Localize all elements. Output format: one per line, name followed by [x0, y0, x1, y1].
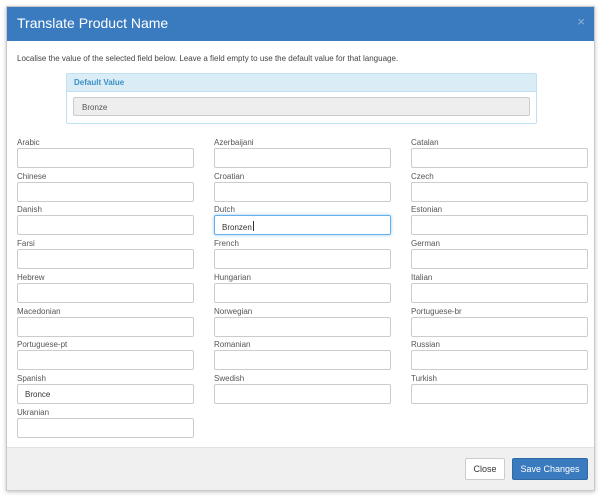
- french-input[interactable]: [214, 249, 391, 269]
- modal-header: Translate Product Name ×: [7, 7, 594, 41]
- default-value-panel: Default Value Bronze: [66, 73, 537, 124]
- close-button[interactable]: Close: [465, 458, 505, 480]
- croatian-input[interactable]: [214, 182, 391, 202]
- swedish-label: Swedish: [214, 374, 245, 383]
- norwegian-label: Norwegian: [214, 307, 253, 316]
- azerbaijani-label: Azerbaijani: [214, 138, 254, 147]
- italian-label: Italian: [411, 273, 433, 282]
- estonian-label: Estonian: [411, 205, 443, 214]
- portuguese-pt-label: Portuguese-pt: [17, 340, 68, 349]
- ukranian-input[interactable]: [17, 418, 194, 438]
- portuguese-pt-input[interactable]: [17, 350, 194, 370]
- catalan-input[interactable]: [411, 148, 588, 168]
- close-icon[interactable]: ×: [577, 14, 585, 29]
- farsi-input[interactable]: [17, 249, 194, 269]
- spanish-input[interactable]: Bronce: [17, 384, 194, 404]
- portuguese-br-label: Portuguese-br: [411, 307, 462, 316]
- turkish-label: Turkish: [411, 374, 437, 383]
- default-value-title: Default Value: [74, 78, 125, 87]
- french-label: French: [214, 239, 239, 248]
- hungarian-input[interactable]: [214, 283, 391, 303]
- danish-input[interactable]: [17, 215, 194, 235]
- romanian-label: Romanian: [214, 340, 251, 349]
- text-caret: [252, 221, 254, 231]
- dutch-label: Dutch: [214, 205, 235, 214]
- arabic-input[interactable]: [17, 148, 194, 168]
- macedonian-input[interactable]: [17, 317, 194, 337]
- catalan-label: Catalan: [411, 138, 439, 147]
- german-input[interactable]: [411, 249, 588, 269]
- czech-input[interactable]: [411, 182, 588, 202]
- romanian-input[interactable]: [214, 350, 391, 370]
- macedonian-label: Macedonian: [17, 307, 61, 316]
- norwegian-input[interactable]: [214, 317, 391, 337]
- czech-label: Czech: [411, 172, 434, 181]
- swedish-input[interactable]: [214, 384, 391, 404]
- default-value-heading: Default Value: [67, 74, 536, 92]
- turkish-input[interactable]: [411, 384, 588, 404]
- hungarian-label: Hungarian: [214, 273, 251, 282]
- azerbaijani-input[interactable]: [214, 148, 391, 168]
- danish-label: Danish: [17, 205, 42, 214]
- chinese-label: Chinese: [17, 172, 47, 181]
- arabic-label: Arabic: [17, 138, 40, 147]
- hebrew-input[interactable]: [17, 283, 194, 303]
- croatian-label: Croatian: [214, 172, 245, 181]
- save-changes-button[interactable]: Save Changes: [512, 458, 588, 480]
- russian-label: Russian: [411, 340, 440, 349]
- russian-input[interactable]: [411, 350, 588, 370]
- instructions-text: Localise the value of the selected field…: [17, 54, 399, 63]
- italian-input[interactable]: [411, 283, 588, 303]
- german-label: German: [411, 239, 440, 248]
- dutch-input-value: Bronzen: [222, 223, 252, 232]
- portuguese-br-input[interactable]: [411, 317, 588, 337]
- estonian-input[interactable]: [411, 215, 588, 235]
- hebrew-label: Hebrew: [17, 273, 45, 282]
- chinese-input[interactable]: [17, 182, 194, 202]
- translate-modal: Translate Product Name × Localise the va…: [6, 6, 595, 491]
- dutch-input[interactable]: Bronzen: [214, 215, 391, 235]
- modal-title: Translate Product Name: [17, 15, 169, 31]
- default-value-field: Bronze: [73, 97, 530, 116]
- modal-footer: Close Save Changes: [7, 447, 594, 490]
- ukranian-label: Ukranian: [17, 408, 50, 417]
- farsi-label: Farsi: [17, 239, 35, 248]
- spanish-input-value: Bronce: [25, 390, 51, 399]
- spanish-label: Spanish: [17, 374, 46, 383]
